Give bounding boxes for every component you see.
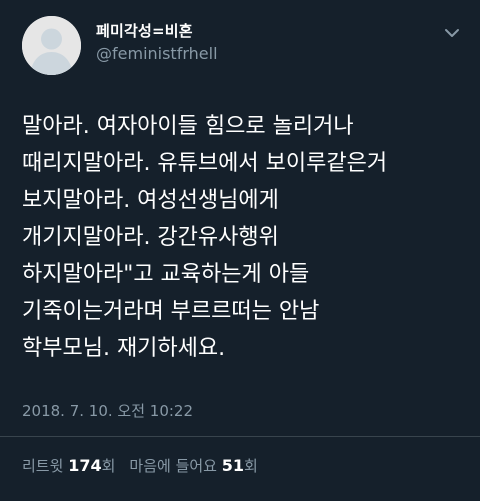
tweet-line: 하지말아라"고 교육하는게 아들 <box>22 262 310 287</box>
divider <box>0 436 480 437</box>
tweet-line: 말아라. 여자아이들 힘으로 놀리거나 <box>22 114 354 139</box>
tweet-body: 말아라. 여자아이들 힘으로 놀리거나 때리지말아라. 유튜브에서 보이루같은거… <box>22 108 472 367</box>
like-unit: 회 <box>244 457 258 475</box>
tweet-line: 때리지말아라. 유튜브에서 보이루같은거 <box>22 151 388 176</box>
tweet-line: 기죽이는거라며 부르르떠는 안남 <box>22 299 320 324</box>
like-count: 51 <box>221 456 245 475</box>
retweet-label: 리트윗 <box>22 457 64 475</box>
tweet-line: 학부모님. 재기하세요. <box>22 336 226 361</box>
retweet-unit: 회 <box>101 457 116 475</box>
tweet-timestamp[interactable]: 2018. 7. 10. 오전 10:22 <box>22 400 193 421</box>
tweet-header: 페미각성=비혼 @feministfrhell <box>0 0 480 100</box>
tweet-stats: 리트윗 174회 마음에 들어요 51회 <box>22 455 258 476</box>
user-handle[interactable]: @feministfrhell <box>96 44 218 63</box>
tweet-line: 보지말아라. 여성선생님에게 <box>22 188 279 213</box>
display-name[interactable]: 페미각성=비혼 <box>96 20 193 41</box>
like-stat[interactable]: 마음에 들어요 51회 <box>129 456 258 475</box>
retweet-count: 174 <box>68 456 102 475</box>
chevron-down-icon[interactable] <box>443 26 461 40</box>
like-label: 마음에 들어요 <box>129 457 217 475</box>
tweet-line: 개기지말아라. 강간유사행위 <box>22 225 279 250</box>
default-avatar-icon[interactable] <box>22 16 81 75</box>
retweet-stat[interactable]: 리트윗 174회 <box>22 456 116 475</box>
